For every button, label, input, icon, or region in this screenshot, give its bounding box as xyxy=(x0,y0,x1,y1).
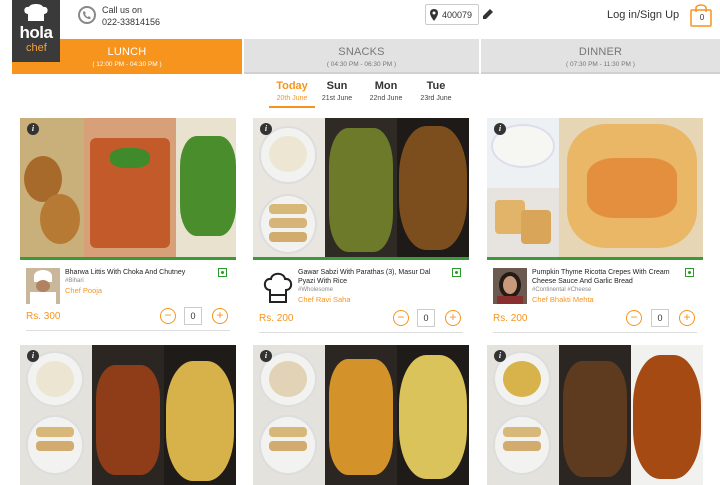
veg-indicator-icon xyxy=(685,268,694,277)
day-today-date: 20th June xyxy=(276,95,308,102)
decrement-button[interactable]: − xyxy=(626,310,642,326)
dish-tag: #Bihari xyxy=(65,278,84,284)
dish-name: Bharwa Littis With Choka And Chutney xyxy=(65,269,186,276)
meal-image[interactable]: i xyxy=(487,345,703,485)
meal-card: i xyxy=(487,345,703,485)
location-pin-icon xyxy=(430,9,438,21)
chef-avatar xyxy=(493,268,527,304)
dish-tag: #Continental #Cheese xyxy=(532,287,592,293)
meal-image[interactable]: i xyxy=(20,345,236,485)
price: Rs. 300 xyxy=(26,311,61,322)
veg-indicator-icon xyxy=(452,268,461,277)
top-header: hola chef Call us on 022-33814156 400079… xyxy=(0,0,720,62)
meal-card: i xyxy=(253,345,469,485)
quantity-value[interactable]: 0 xyxy=(417,309,435,327)
pincode-value: 400079 xyxy=(442,10,473,20)
chef-name[interactable]: Chef Bhakti Mehta xyxy=(532,295,594,304)
cart-count: 0 xyxy=(699,13,705,22)
info-icon[interactable]: i xyxy=(27,123,39,135)
meal-image[interactable]: i xyxy=(253,118,469,260)
phone-icon xyxy=(78,6,96,24)
day-mon-label: Mon xyxy=(374,80,398,92)
meal-image[interactable]: i xyxy=(253,345,469,485)
login-signup-link[interactable]: Log in/Sign Up xyxy=(607,9,679,21)
day-mon[interactable]: Mon 22nd June xyxy=(367,80,405,102)
quantity-value[interactable]: 0 xyxy=(184,307,202,325)
meal-card: i Pumpkin Thyme Ricotta Crepes With Crea… xyxy=(487,118,703,333)
quantity-value[interactable]: 0 xyxy=(651,309,669,327)
day-sun-date: 21st June xyxy=(321,95,353,102)
pencil-icon[interactable] xyxy=(482,8,494,20)
day-selector: Today 20th June Sun 21st June Mon 22nd J… xyxy=(262,80,462,108)
price: Rs. 200 xyxy=(493,313,528,324)
chef-name[interactable]: Chef Pooja xyxy=(65,286,102,295)
tab-dinner[interactable]: DINNER ( 07:30 PM - 11:30 PM ) xyxy=(481,39,720,74)
logo-text: hola xyxy=(19,23,53,42)
info-icon[interactable]: i xyxy=(494,350,506,362)
call-label: Call us on xyxy=(102,5,143,15)
card-divider xyxy=(259,332,463,333)
tab-snacks-label: SNACKS xyxy=(338,46,385,58)
tab-lunch-time: ( 12:00 PM - 04:30 PM ) xyxy=(92,61,162,68)
dish-name: Pumpkin Thyme Ricotta Crepes With Cream … xyxy=(532,269,670,285)
day-tue-label: Tue xyxy=(426,80,446,92)
price: Rs. 200 xyxy=(259,313,294,324)
chef-avatar xyxy=(26,268,60,304)
meal-image[interactable]: i xyxy=(20,118,236,260)
decrement-button[interactable]: − xyxy=(393,310,409,326)
phone-number[interactable]: 022-33814156 xyxy=(102,17,160,27)
card-divider xyxy=(493,332,697,333)
day-today[interactable]: Today 20th June xyxy=(269,80,315,108)
card-divider xyxy=(26,330,230,331)
meal-card: i Gawar Sabzi With Parathas (3), Masur D… xyxy=(253,118,469,333)
increment-button[interactable]: + xyxy=(679,310,695,326)
tab-snacks[interactable]: SNACKS ( 04:30 PM - 06:30 PM ) xyxy=(244,39,479,74)
hola-chef-logo[interactable]: hola chef xyxy=(12,0,60,62)
info-icon[interactable]: i xyxy=(260,350,272,362)
meal-image[interactable]: i xyxy=(487,118,703,260)
info-icon[interactable]: i xyxy=(260,123,272,135)
day-tue[interactable]: Tue 23rd June xyxy=(417,80,455,102)
veg-indicator-icon xyxy=(218,268,227,277)
meal-card: i Bharwa Littis With Choka And Chutney #… xyxy=(20,118,236,332)
logo-subtext: chef xyxy=(26,42,47,54)
chef-hat-icon xyxy=(263,272,293,303)
tab-dinner-time: ( 07:30 PM - 11:30 PM ) xyxy=(566,61,635,68)
tab-dinner-label: DINNER xyxy=(578,46,623,58)
day-tue-date: 23rd June xyxy=(420,95,452,102)
chef-hat-icon xyxy=(24,4,48,21)
chef-name[interactable]: Chef Ravi Saha xyxy=(298,295,351,304)
info-icon[interactable]: i xyxy=(494,123,506,135)
increment-button[interactable]: + xyxy=(212,308,228,324)
meal-tabs: LUNCH ( 12:00 PM - 04:30 PM ) SNACKS ( 0… xyxy=(12,39,720,74)
day-today-label: Today xyxy=(276,80,308,92)
dish-tag: #Wholesome xyxy=(298,287,334,293)
day-sun[interactable]: Sun 21st June xyxy=(318,80,356,102)
decrement-button[interactable]: − xyxy=(160,308,176,324)
increment-button[interactable]: + xyxy=(445,310,461,326)
day-mon-date: 22nd June xyxy=(369,95,403,102)
tab-snacks-time: ( 04:30 PM - 06:30 PM ) xyxy=(326,61,397,68)
pincode-field[interactable]: 400079 xyxy=(425,4,479,25)
dish-name: Gawar Sabzi With Parathas (3), Masur Dal… xyxy=(298,269,431,285)
info-icon[interactable]: i xyxy=(27,350,39,362)
day-sun-label: Sun xyxy=(326,80,348,92)
meal-card: i xyxy=(20,345,236,485)
